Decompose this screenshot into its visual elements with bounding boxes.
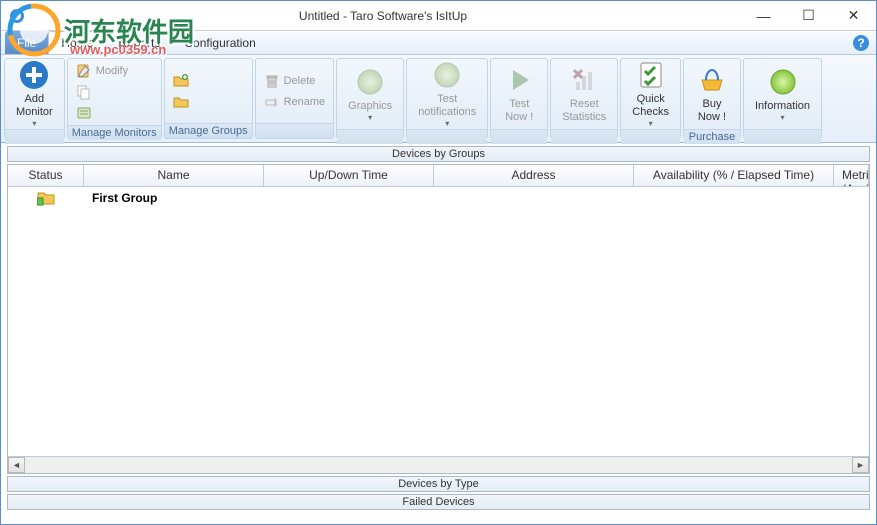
graphics-icon <box>354 66 386 98</box>
scroll-left-arrow[interactable]: ◄ <box>8 457 25 473</box>
maximize-button[interactable]: ☐ <box>786 1 831 30</box>
information-button[interactable]: Information ▾ <box>748 61 817 127</box>
ribbon-group-edit: Delete Rename <box>255 58 335 139</box>
grid-row[interactable]: First Group <box>8 187 869 209</box>
row-status-icon <box>8 188 84 208</box>
menu-configuration[interactable]: Configuration <box>172 31 267 54</box>
delete-button[interactable]: Delete <box>260 71 330 91</box>
grid-body[interactable]: First Group <box>8 187 869 456</box>
ribbon-group-testnotif: Test notifications ▾ <box>406 58 488 139</box>
row-name: First Group <box>84 189 264 207</box>
chevron-down-icon: ▾ <box>32 119 36 129</box>
information-icon <box>767 66 799 98</box>
ribbon-group-purchase: Buy Now ! Purchase <box>683 58 741 139</box>
purchase-label: Purchase <box>684 129 740 144</box>
column-status[interactable]: Status <box>8 165 84 186</box>
chevron-down-icon: ▾ <box>780 113 784 123</box>
basket-icon <box>696 64 728 96</box>
close-button[interactable]: ✕ <box>831 1 876 30</box>
app-icon <box>9 8 25 24</box>
column-address[interactable]: Address <box>434 165 634 186</box>
ribbon-group-manage-groups: Manage Groups <box>164 58 253 139</box>
grid-header: Status Name Up/Down Time Address Availab… <box>8 165 869 187</box>
devices-by-type-header[interactable]: Devices by Type <box>7 476 870 492</box>
manage-monitors-label: Manage Monitors <box>68 125 161 140</box>
horizontal-scrollbar[interactable]: ◄ ► <box>8 456 869 473</box>
ribbon-group-add: Add Monitor ▾ <box>4 58 65 139</box>
folder-icon <box>37 190 55 206</box>
ribbon-group-reset: Reset Statistics <box>550 58 618 139</box>
svg-text:?: ? <box>857 36 864 50</box>
chevron-down-icon: ▾ <box>649 119 653 129</box>
quick-checks-icon <box>635 59 667 91</box>
reset-statistics-button[interactable]: Reset Statistics <box>555 61 613 127</box>
devices-grid: Status Name Up/Down Time Address Availab… <box>7 164 870 474</box>
help-icon[interactable]: ? <box>852 34 870 52</box>
add-monitor-icon <box>18 59 50 91</box>
column-availability[interactable]: Availability (% / Elapsed Time) <box>634 165 834 186</box>
reset-statistics-icon <box>568 64 600 96</box>
scroll-right-arrow[interactable]: ► <box>852 457 869 473</box>
add-monitor-button[interactable]: Add Monitor ▾ <box>9 61 60 127</box>
ribbon-group-information: Information ▾ <box>743 58 822 139</box>
menu-file[interactable]: File <box>5 31 48 54</box>
test-now-button[interactable]: Test Now ! <box>495 61 543 127</box>
new-group-button[interactable] <box>169 71 197 91</box>
column-metric[interactable]: Metric (Avg) <box>834 165 869 186</box>
open-group-button[interactable] <box>169 92 197 112</box>
watermark-url: www.pc0359.cn <box>70 42 166 57</box>
minimize-button[interactable]: — <box>741 1 786 30</box>
manage-groups-label: Manage Groups <box>165 123 252 138</box>
ribbon-group-testnow: Test Now ! <box>490 58 548 139</box>
play-icon <box>503 64 535 96</box>
column-updown[interactable]: Up/Down Time <box>264 165 434 186</box>
copy-button[interactable] <box>72 82 132 102</box>
titlebar: Untitled - Taro Software's IsItUp — ☐ ✕ <box>1 1 876 31</box>
quick-checks-button[interactable]: Quick Checks ▾ <box>625 61 676 127</box>
ribbon-group-quickchecks: Quick Checks ▾ <box>620 58 681 139</box>
column-name[interactable]: Name <box>84 165 264 186</box>
chevron-down-icon: ▾ <box>368 113 372 123</box>
test-notifications-icon <box>431 59 463 91</box>
test-notifications-button[interactable]: Test notifications ▾ <box>411 61 483 127</box>
window-title: Untitled - Taro Software's IsItUp <box>25 9 741 23</box>
failed-devices-header[interactable]: Failed Devices <box>7 494 870 510</box>
ribbon-group-manage-monitors: Modify Manage Monitors <box>67 58 162 139</box>
devices-by-groups-header[interactable]: Devices by Groups <box>7 146 870 162</box>
ribbon-group-graphics: Graphics ▾ <box>336 58 404 139</box>
ribbon: Add Monitor ▾ Modify <box>1 55 876 143</box>
buy-now-button[interactable]: Buy Now ! <box>688 61 736 127</box>
rename-button[interactable]: Rename <box>260 92 330 112</box>
chevron-down-icon: ▾ <box>445 119 449 129</box>
modify-button[interactable]: Modify <box>72 61 132 81</box>
property-button[interactable] <box>72 103 132 123</box>
graphics-button[interactable]: Graphics ▾ <box>341 61 399 127</box>
